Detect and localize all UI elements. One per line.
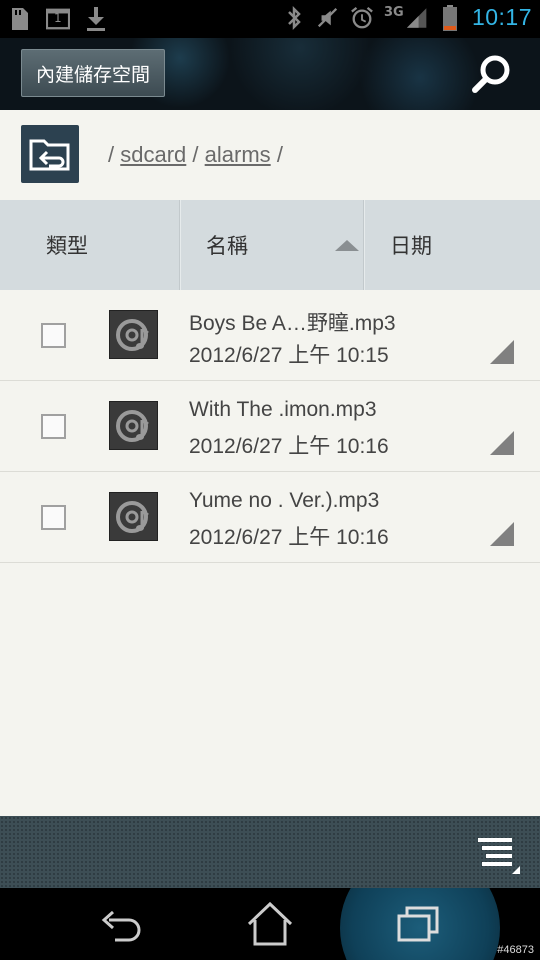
breadcrumb-sdcard[interactable]: sdcard	[120, 142, 186, 167]
file-name: With The .imon.mp3	[189, 398, 377, 421]
navigation-bar: #46873	[0, 888, 540, 960]
list-menu-icon[interactable]	[476, 834, 520, 874]
item-menu-indicator-icon[interactable]	[490, 340, 514, 364]
music-disc-icon	[109, 492, 158, 541]
home-icon[interactable]	[245, 900, 295, 948]
file-checkbox[interactable]	[41, 505, 66, 530]
storage-selector-button[interactable]: 內建儲存空間	[21, 49, 166, 97]
app-header: 內建儲存空間	[0, 38, 540, 110]
sort-ascending-icon	[335, 240, 359, 251]
status-right-icons: 3G 10:17	[282, 4, 532, 31]
bottom-toolbar	[0, 816, 540, 888]
network-type: 3G	[383, 4, 404, 20]
battery-low-icon	[438, 4, 462, 31]
search-icon[interactable]	[470, 52, 514, 96]
breadcrumb-alarms[interactable]: alarms	[205, 142, 271, 167]
notification-count: 1	[54, 11, 62, 25]
bluetooth-icon	[282, 5, 306, 31]
column-date[interactable]: 日期	[365, 200, 540, 290]
status-bar: 1 3G 10:17	[0, 0, 540, 38]
breadcrumb: / sdcard / alarms /	[108, 142, 283, 168]
file-date: 2012/6/27 上午 10:16	[189, 435, 389, 458]
file-list: Boys Be A…野瞳.mp3 2012/6/27 上午 10:15 With…	[0, 290, 540, 816]
item-menu-indicator-icon[interactable]	[490, 431, 514, 455]
mute-icon	[316, 5, 340, 31]
file-row[interactable]: With The .imon.mp3 2012/6/27 上午 10:16	[0, 381, 540, 472]
file-checkbox[interactable]	[41, 414, 66, 439]
breadcrumb-separator: /	[108, 142, 115, 167]
column-type[interactable]: 類型	[0, 200, 180, 290]
back-icon[interactable]	[95, 900, 145, 948]
breadcrumb-separator: /	[276, 142, 283, 167]
breadcrumb-separator: /	[192, 142, 199, 167]
recent-apps-icon[interactable]	[395, 900, 445, 948]
sd-card-icon	[8, 6, 32, 32]
signal-3g-icon: 3G	[384, 5, 428, 31]
path-bar: / sdcard / alarms /	[0, 110, 540, 200]
file-date: 2012/6/27 上午 10:15	[189, 344, 389, 367]
download-icon	[84, 6, 108, 32]
music-disc-icon	[109, 310, 158, 359]
item-menu-indicator-icon[interactable]	[490, 522, 514, 546]
watermark: #46873	[497, 944, 534, 956]
alarm-icon	[350, 5, 374, 31]
file-checkbox[interactable]	[41, 323, 66, 348]
file-name: Yume no . Ver.).mp3	[189, 489, 380, 512]
file-row[interactable]: Yume no . Ver.).mp3 2012/6/27 上午 10:16	[0, 472, 540, 563]
file-date: 2012/6/27 上午 10:16	[189, 526, 389, 549]
status-left-icons: 1	[8, 6, 108, 32]
column-header-bar: 類型 名稱 日期	[0, 200, 540, 290]
clock: 10:17	[471, 4, 532, 30]
music-disc-icon	[109, 401, 158, 450]
file-name: Boys Be A…野瞳.mp3	[189, 312, 396, 335]
file-row[interactable]: Boys Be A…野瞳.mp3 2012/6/27 上午 10:15	[0, 290, 540, 381]
folder-up-icon[interactable]	[21, 125, 79, 183]
